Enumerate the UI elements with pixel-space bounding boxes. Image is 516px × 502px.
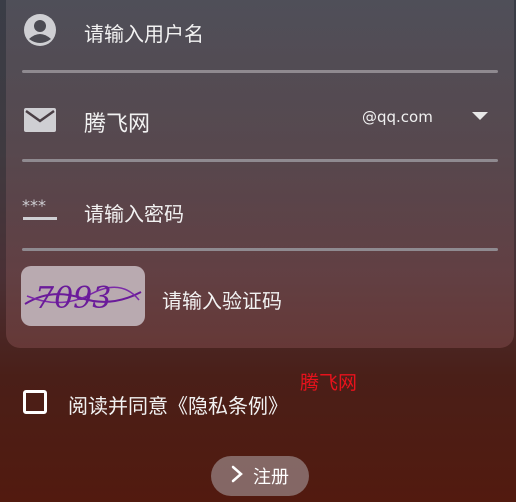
mail-icon: [22, 102, 58, 138]
svg-text:***: ***: [22, 197, 46, 215]
password-input[interactable]: 请输入密码: [84, 198, 184, 227]
chevron-down-icon[interactable]: [472, 112, 488, 120]
password-icon: ***: [22, 192, 58, 228]
email-domain-select[interactable]: @qq.com: [362, 108, 433, 126]
register-button[interactable]: 注册: [211, 456, 309, 496]
captcha-image[interactable]: 7093: [21, 266, 145, 326]
captcha-text: 7093: [35, 281, 111, 316]
captcha-input[interactable]: 请输入验证码: [162, 285, 282, 314]
username-divider: [22, 70, 498, 73]
username-input[interactable]: 请输入用户名: [84, 18, 204, 47]
agreement-checkbox[interactable]: [23, 390, 47, 414]
email-row[interactable]: 腾飞网 @qq.com: [0, 90, 516, 150]
chevron-right-icon: [231, 465, 243, 487]
password-row[interactable]: *** 请输入密码: [0, 180, 516, 240]
email-divider: [22, 159, 498, 162]
email-input[interactable]: 腾飞网: [84, 106, 150, 138]
username-row[interactable]: 请输入用户名: [0, 0, 516, 60]
agreement-text[interactable]: 阅读并同意《隐私条例》: [68, 390, 288, 419]
watermark-text: 腾飞网: [300, 372, 358, 394]
register-label: 注册: [253, 467, 289, 488]
password-divider: [22, 248, 498, 251]
account-circle-icon: [22, 12, 58, 48]
